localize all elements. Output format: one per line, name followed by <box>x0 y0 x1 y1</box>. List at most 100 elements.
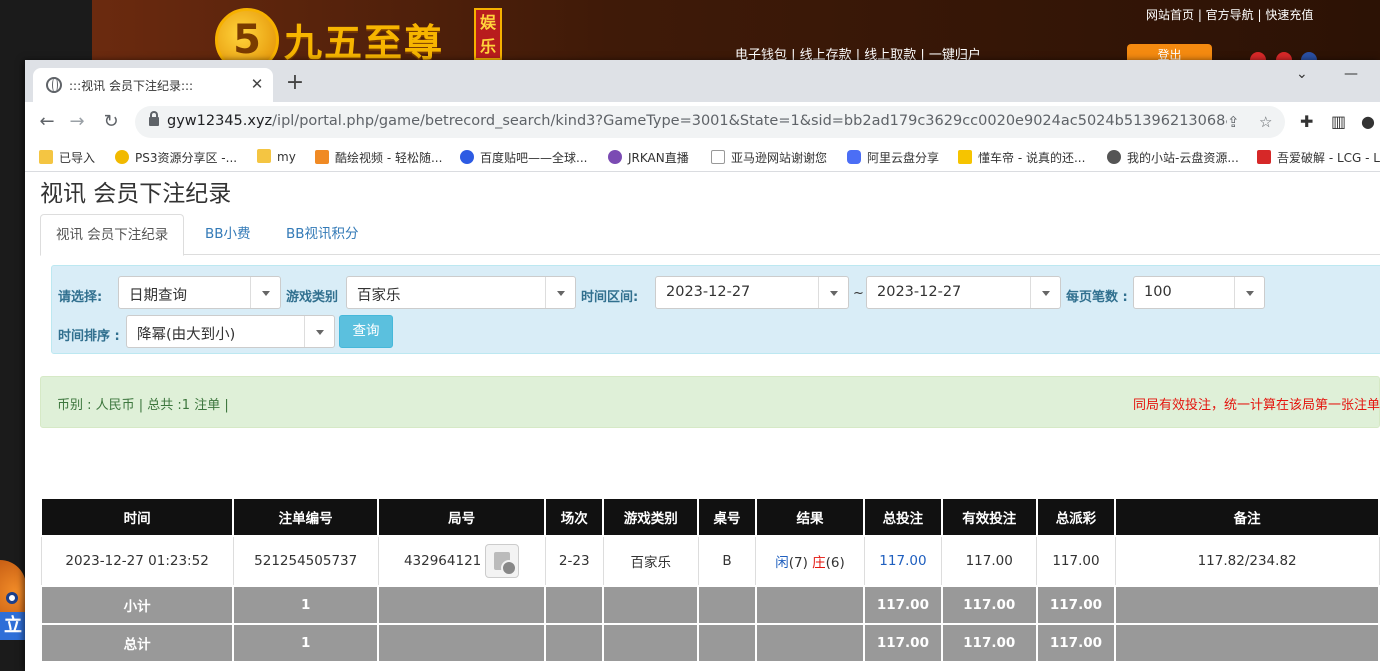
column-header: 桌号 <box>697 497 757 537</box>
tab-strip: :::视讯 会员下注纪录::: ✕ + ⌄ — <box>25 60 1380 102</box>
chevron-down-icon[interactable] <box>1030 277 1060 308</box>
bookmark-item[interactable]: 百度贴吧——全球... <box>460 149 587 166</box>
extensions-icon[interactable]: ✚ <box>1300 112 1313 131</box>
subtotal-total-bet: 117.00 <box>863 585 943 625</box>
reload-icon[interactable]: ↻ <box>101 112 121 132</box>
site-icon <box>115 150 129 164</box>
column-header: 时间 <box>39 497 235 537</box>
amazon-icon <box>711 150 725 164</box>
cell-result: 闲(7) 庄(6) <box>755 535 865 587</box>
sort-select[interactable]: 降幂(由大到小) <box>126 315 335 348</box>
total-label: 总计 <box>39 623 235 663</box>
url-text[interactable]: gyw12345.xyz/ipl/portal.php/game/betreco… <box>167 113 1227 129</box>
column-header: 总投注 <box>863 497 943 537</box>
column-header: 游戏类别 <box>602 497 700 537</box>
per-page-select[interactable]: 100 <box>1133 276 1265 309</box>
page-title: 视讯 会员下注纪录 <box>40 181 232 207</box>
game-type-label: 游戏类别 <box>286 290 339 305</box>
tab-bb-tips[interactable]: BB小费 <box>190 214 266 255</box>
address-bar[interactable]: gyw12345.xyz/ipl/portal.php/game/betreco… <box>135 106 1285 138</box>
mascot-eye <box>6 592 18 604</box>
cell-valid-bet: 117.00 <box>941 535 1038 587</box>
chevron-down-icon[interactable] <box>250 277 280 308</box>
tab-search-icon[interactable]: ⌄ <box>1296 66 1308 82</box>
total-count: 1 <box>232 623 380 663</box>
lock-icon[interactable] <box>149 111 159 126</box>
bookmark-item[interactable]: 已导入 <box>39 149 95 166</box>
chevron-down-icon[interactable] <box>545 277 575 308</box>
sort-label: 时间排序 : <box>58 329 120 344</box>
bookmark-item[interactable]: 吾爱破解 - LCG - L <box>1257 149 1380 166</box>
query-mode-select[interactable]: 日期查询 <box>118 276 281 309</box>
bookmark-item[interactable]: 阿里云盘分享 <box>847 149 939 166</box>
column-header: 场次 <box>544 497 605 537</box>
cell-round-no: 432964121 <box>377 535 546 587</box>
cell-total-bet[interactable]: 117.00 <box>863 535 943 587</box>
chevron-down-icon[interactable] <box>818 277 848 308</box>
game-type-select[interactable]: 百家乐 <box>346 276 576 309</box>
bookmark-item[interactable]: 酷绘视频 - 轻松随... <box>315 149 442 166</box>
tab-bet-records[interactable]: 视讯 会员下注纪录 <box>40 214 185 256</box>
tab-bb-points[interactable]: BB视讯积分 <box>271 214 374 255</box>
chevron-down-icon[interactable] <box>1234 277 1264 308</box>
site-icon <box>315 150 329 164</box>
cell-payout: 117.00 <box>1036 535 1116 587</box>
cell-time: 2023-12-27 01:23:52 <box>40 535 234 587</box>
column-header: 有效投注 <box>940 497 1038 537</box>
range-separator: ~ <box>853 286 864 301</box>
browser-tab[interactable]: :::视讯 会员下注纪录::: ✕ <box>33 68 273 102</box>
minimize-icon[interactable]: — <box>1344 66 1358 82</box>
browser-toolbar: ← → ↻ gyw12345.xyz/ipl/portal.php/game/b… <box>25 102 1380 142</box>
chevron-down-icon[interactable] <box>304 316 334 347</box>
column-header: 注单编号 <box>232 497 380 537</box>
range-label: 时间区间: <box>581 290 639 305</box>
query-button[interactable]: 查询 <box>339 315 393 348</box>
column-header: 结果 <box>754 497 866 537</box>
date-to-select[interactable]: 2023-12-27 <box>866 276 1061 309</box>
browser-window: :::视讯 会员下注纪录::: ✕ + ⌄ — ← → ↻ gyw12345.x… <box>25 60 1380 671</box>
sidepanel-icon[interactable]: ▥ <box>1331 112 1346 131</box>
bookmark-item[interactable]: my <box>257 149 296 164</box>
cell-game: 百家乐 <box>602 535 699 587</box>
baidu-icon <box>460 150 474 164</box>
bookmark-item[interactable]: PS3资源分享区 -... <box>115 149 237 166</box>
globe-icon <box>46 77 62 93</box>
site-logo-badge: 娱乐 <box>474 8 502 60</box>
forward-icon[interactable]: → <box>67 112 87 132</box>
page-tabs: 视讯 会员下注纪录 BB小费 BB视讯积分 <box>40 214 1380 256</box>
new-tab-icon[interactable]: + <box>283 72 307 96</box>
site-top-links[interactable]: 网站首页 | 官方导航 | 快速充值 <box>1146 6 1313 23</box>
select-label: 请选择: <box>58 290 103 305</box>
summary-bar: 币别 : 人民币 | 总共 :1 注单 | 同局有效投注，统一计算在该局第一张注… <box>40 376 1380 428</box>
summary-text: 币别 : 人民币 | 总共 :1 注单 | <box>57 398 229 413</box>
total-row: 总计 1 117.00 117.00 117.00 <box>39 623 1380 663</box>
profile-icon[interactable]: ● <box>1361 112 1375 131</box>
subtotal-count: 1 <box>232 585 380 625</box>
replay-icon[interactable] <box>485 544 520 578</box>
date-from-select[interactable]: 2023-12-27 <box>655 276 849 309</box>
close-icon[interactable]: ✕ <box>247 74 267 94</box>
column-header: 局号 <box>377 497 547 537</box>
column-header: 总派彩 <box>1035 497 1117 537</box>
total-valid-bet: 117.00 <box>940 623 1038 663</box>
table-row: 2023-12-27 01:23:52 521254505737 4329641… <box>40 535 1380 587</box>
cell-bet-no: 521254505737 <box>232 535 379 587</box>
page-content: 视讯 会员下注纪录 视讯 会员下注纪录 BB小费 BB视讯积分 请选择: 日期查… <box>25 172 1380 671</box>
bookmark-item[interactable]: 我的小站-云盘资源... <box>1107 149 1239 166</box>
total-total-bet: 117.00 <box>863 623 943 663</box>
share-icon[interactable]: ⇪ <box>1227 113 1240 131</box>
folder-icon <box>257 149 271 163</box>
result-player: 闲 <box>775 555 789 571</box>
bookmark-item[interactable]: 亚马逊网站谢谢您 <box>711 149 827 166</box>
cell-table-no: B <box>697 535 757 587</box>
notice-text: 同局有效投注，统一计算在该局第一张注单 <box>1133 398 1380 413</box>
bookmark-item[interactable]: 懂车帝 - 说真的还... <box>958 149 1085 166</box>
screen: 5 九五至尊 娱乐 网站首页 | 官方导航 | 快速充值 电子钱包 | 线上存款… <box>0 0 1380 671</box>
tab-title: :::视讯 会员下注纪录::: <box>69 79 194 93</box>
cloud-icon <box>847 150 861 164</box>
subtotal-row: 小计 1 117.00 117.00 117.00 <box>39 585 1380 625</box>
bookmark-item[interactable]: JRKAN直播 <box>608 149 689 166</box>
bet-records-table: 时间 注单编号 局号 场次 游戏类别 桌号 结果 总投注 有效投注 总派彩 备注 <box>39 497 1380 663</box>
back-icon[interactable]: ← <box>37 112 57 132</box>
star-icon[interactable]: ☆ <box>1259 113 1272 131</box>
